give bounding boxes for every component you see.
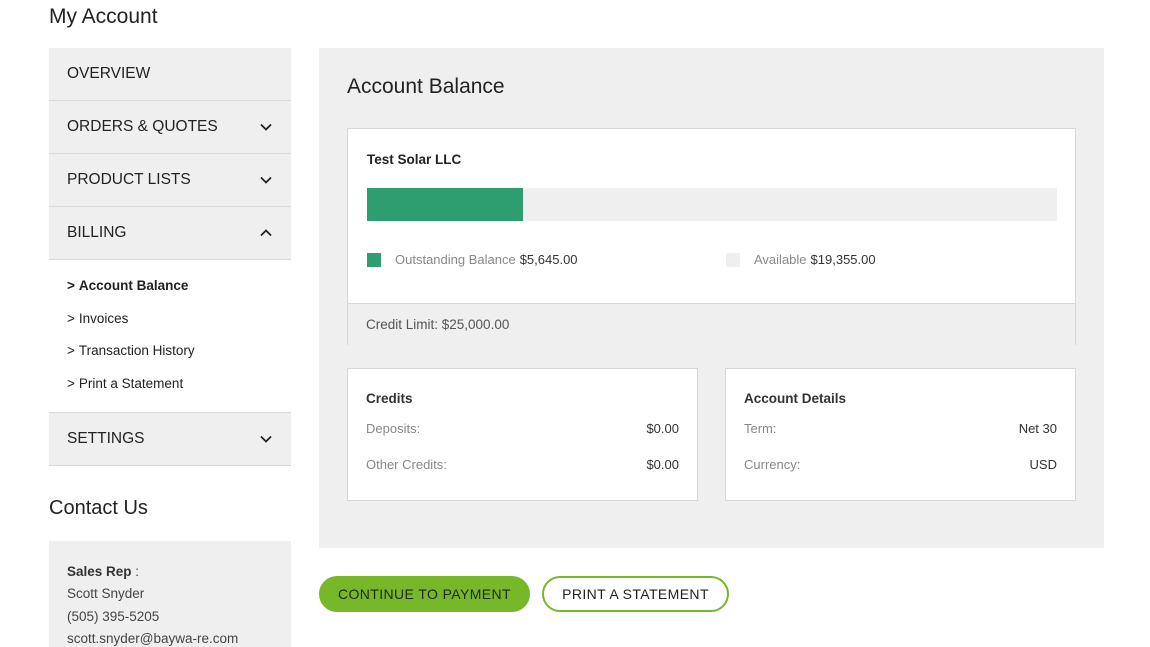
subnav-item-invoices[interactable]: > Invoices bbox=[67, 303, 291, 336]
outstanding-value: $5,645.00 bbox=[519, 252, 578, 267]
sidebar-item-label: BILLING bbox=[67, 224, 127, 241]
sidebar-item-label: PRODUCT LISTS bbox=[67, 171, 191, 188]
details-row: Currency: USD bbox=[744, 457, 1057, 472]
sidebar-item-orders-quotes[interactable]: ORDERS & QUOTES bbox=[49, 101, 291, 154]
legend-available: Available $19,355.00 bbox=[726, 252, 876, 267]
balance-card: Test Solar LLC Outstanding Balance $5,64… bbox=[347, 128, 1076, 345]
chevron-down-icon bbox=[259, 173, 273, 187]
page-title: My Account bbox=[49, 5, 158, 28]
outstanding-swatch bbox=[367, 252, 381, 267]
sidebar-item-label: OVERVIEW bbox=[67, 65, 151, 82]
credits-title: Credits bbox=[366, 391, 413, 406]
sidebar-item-label: SETTINGS bbox=[67, 430, 145, 447]
credits-row: Other Credits: $0.00 bbox=[366, 457, 679, 472]
chevron-down-icon bbox=[259, 432, 273, 446]
chevron-down-icon bbox=[259, 120, 273, 134]
continue-to-payment-button[interactable]: CONTINUE TO PAYMENT bbox=[319, 576, 530, 612]
sidebar-item-label: ORDERS & QUOTES bbox=[67, 118, 218, 135]
balance-progress-bar bbox=[367, 188, 1057, 221]
sidebar-item-settings[interactable]: SETTINGS bbox=[49, 413, 291, 466]
legend-outstanding: Outstanding Balance $5,645.00 bbox=[367, 252, 578, 267]
sidebar-item-product-lists[interactable]: PRODUCT LISTS bbox=[49, 154, 291, 207]
billing-subnav: > Account Balance > Invoices > Transaction … bbox=[49, 260, 291, 413]
credits-card: Credits Deposits: $0.00 Other Credits: $… bbox=[347, 368, 698, 501]
subnav-item-account-balance[interactable]: > Account Balance bbox=[67, 270, 291, 303]
details-row: Term: Net 30 bbox=[744, 421, 1057, 436]
credit-limit: Credit Limit: $25,000.00 bbox=[348, 303, 1075, 345]
sales-rep-name: Scott Snyder bbox=[67, 586, 145, 602]
available-value: $19,355.00 bbox=[810, 252, 876, 267]
section-title: Account Balance bbox=[347, 75, 505, 98]
available-swatch bbox=[726, 252, 740, 267]
account-balance-panel: Account Balance Test Solar LLC Outstandi… bbox=[319, 48, 1104, 548]
chevron-up-icon bbox=[259, 226, 273, 240]
print-statement-button[interactable]: PRINT A STATEMENT bbox=[542, 576, 729, 612]
subnav-item-print-statement[interactable]: > Print a Statement bbox=[67, 368, 291, 401]
contact-title: Contact Us bbox=[49, 497, 148, 519]
account-sidebar: OVERVIEW ORDERS & QUOTES PRODUCT LISTS B… bbox=[49, 48, 291, 466]
sidebar-item-billing[interactable]: BILLING bbox=[49, 207, 291, 260]
company-name: Test Solar LLC bbox=[367, 152, 462, 167]
account-details-title: Account Details bbox=[744, 391, 847, 406]
sales-rep-email[interactable]: scott.snyder@baywa-re.com bbox=[67, 628, 273, 647]
subnav-item-transaction-history[interactable]: > Transaction History bbox=[67, 335, 291, 368]
sidebar-item-overview[interactable]: OVERVIEW bbox=[49, 48, 291, 101]
sales-rep-phone[interactable]: (505) 395-5205 bbox=[67, 606, 273, 628]
credits-row: Deposits: $0.00 bbox=[366, 421, 679, 436]
sales-rep-label: Sales Rep bbox=[67, 564, 132, 579]
account-details-card: Account Details Term: Net 30 Currency: U… bbox=[725, 368, 1076, 501]
balance-progress-fill bbox=[367, 188, 523, 221]
contact-box: Sales Rep : Scott Snyder (505) 395-5205 … bbox=[49, 541, 291, 647]
